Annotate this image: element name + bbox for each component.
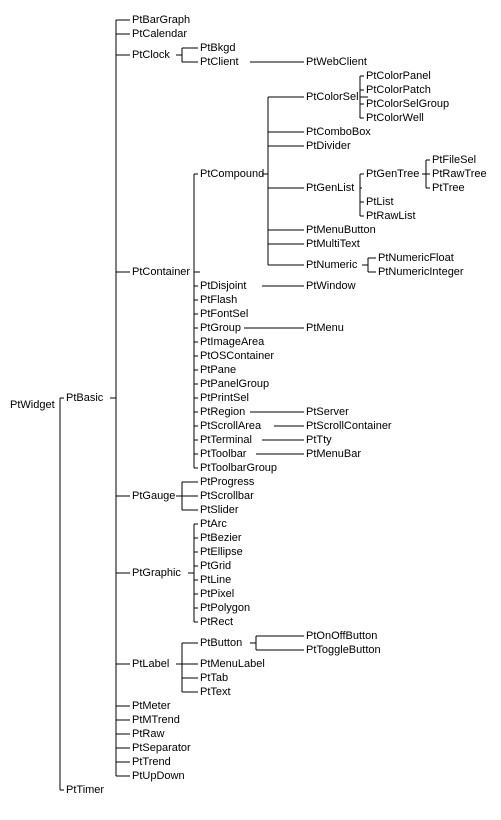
node-ptfilesel: PtFileSel	[432, 154, 476, 166]
node-ptcontainer: PtContainer	[132, 266, 190, 278]
node-pttty: PtTty	[306, 434, 332, 446]
node-ptbasic: PtBasic	[66, 392, 104, 404]
node-ptoscontainer: PtOSContainer	[200, 350, 274, 362]
node-ptfontsel: PtFontSel	[200, 308, 248, 320]
node-ptbutton: PtButton	[200, 637, 242, 649]
node-ptregion: PtRegion	[200, 406, 245, 418]
node-ptline: PtLine	[200, 574, 231, 586]
node-pttimer: PtTimer	[66, 784, 104, 796]
node-ptbargraph: PtBarGraph	[132, 14, 190, 26]
node-ptwebclient: PtWebClient	[306, 56, 367, 68]
node-pttoolbargroup: PtToolbarGroup	[200, 462, 277, 474]
node-pttrend: PtTrend	[132, 756, 171, 768]
node-ptmultitext: PtMultiText	[306, 238, 360, 250]
node-ptimagearea: PtImageArea	[200, 336, 265, 348]
node-ptpane: PtPane	[200, 364, 236, 376]
node-ptmeter: PtMeter	[132, 700, 171, 712]
node-ptgroup: PtGroup	[200, 322, 241, 334]
node-ptdivider: PtDivider	[306, 140, 351, 152]
node-ptdisjoint: PtDisjoint	[200, 280, 246, 292]
widget-tree-diagram: PtWidget PtBasic PtBarGraph PtCalendar PtClo…	[10, 10, 491, 810]
node-ptclient: PtClient	[200, 56, 239, 68]
node-ptgraphic: PtGraphic	[132, 567, 181, 579]
node-ptcalendar: PtCalendar	[132, 28, 187, 40]
node-pttree: PtTree	[432, 182, 465, 194]
node-ptslider: PtSlider	[200, 504, 239, 516]
node-ptmenulabel: PtMenuLabel	[200, 658, 265, 670]
node-ptlist: PtList	[366, 196, 394, 208]
node-ptserver: PtServer	[306, 406, 349, 418]
node-ptpanelgroup: PtPanelGroup	[200, 378, 269, 390]
node-ptclock: PtClock	[132, 49, 170, 61]
node-ptscrollbar: PtScrollbar	[200, 490, 254, 502]
node-ptgenlist: PtGenList	[306, 182, 354, 194]
node-ptonoffbutton: PtOnOffButton	[306, 630, 377, 642]
node-ptbezier: PtBezier	[200, 532, 242, 544]
node-ptmtrend: PtMTrend	[132, 714, 180, 726]
node-ptpixel: PtPixel	[200, 588, 234, 600]
node-ptrawtree: PtRawTree	[432, 168, 487, 180]
node-ptbkgd: PtBkgd	[200, 42, 235, 54]
node-ptcolorwell: PtColorWell	[366, 112, 424, 124]
node-ptellipse: PtEllipse	[200, 546, 243, 558]
node-ptpolygon: PtPolygon	[200, 602, 250, 614]
node-pttext: PtText	[200, 686, 231, 698]
node-ptcolorpatch: PtColorPatch	[366, 84, 431, 96]
node-ptgauge: PtGauge	[132, 490, 175, 502]
node-pttogglebutton: PtToggleButton	[306, 644, 381, 656]
node-ptwindow: PtWindow	[306, 280, 356, 292]
node-ptnumericinteger: PtNumericInteger	[378, 266, 464, 278]
node-ptrect: PtRect	[200, 616, 233, 628]
node-ptgrid: PtGrid	[200, 560, 231, 572]
node-ptmenubutton: PtMenuButton	[306, 224, 376, 236]
node-pttab: PtTab	[200, 672, 228, 684]
node-ptscrollcontainer: PtScrollContainer	[306, 420, 392, 432]
node-ptwidget: PtWidget	[10, 399, 55, 411]
node-ptraw: PtRaw	[132, 728, 164, 740]
node-ptlabel: PtLabel	[132, 658, 169, 670]
node-ptcolorsel: PtColorSel	[306, 91, 359, 103]
node-ptupdown: PtUpDown	[132, 770, 185, 782]
node-ptcompound: PtCompound	[200, 168, 264, 180]
node-ptprogress: PtProgress	[200, 476, 255, 488]
node-ptmenu: PtMenu	[306, 322, 344, 334]
node-ptrawlist: PtRawList	[366, 210, 416, 222]
node-pttoolbar: PtToolbar	[200, 448, 247, 460]
node-ptscrollarea: PtScrollArea	[200, 420, 262, 432]
node-ptflash: PtFlash	[200, 294, 237, 306]
node-ptseparator: PtSeparator	[132, 742, 191, 754]
node-ptarc: PtArc	[200, 518, 227, 530]
node-ptcolorpanel: PtColorPanel	[366, 70, 431, 82]
node-ptterminal: PtTerminal	[200, 434, 252, 446]
node-ptnumericfloat: PtNumericFloat	[378, 252, 454, 264]
node-ptprintsel: PtPrintSel	[200, 392, 249, 404]
node-ptgentree: PtGenTree	[366, 168, 419, 180]
node-ptmenubar: PtMenuBar	[306, 448, 361, 460]
node-ptcolorselgroup: PtColorSelGroup	[366, 98, 449, 110]
node-ptnumeric: PtNumeric	[306, 259, 358, 271]
node-ptcombobox: PtComboBox	[306, 126, 371, 138]
